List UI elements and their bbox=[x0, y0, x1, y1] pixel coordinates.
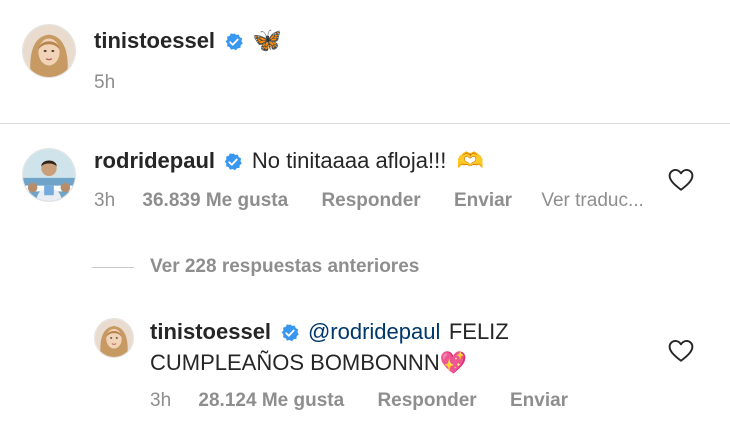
comment-body: rodridepaul No tinitaaaa afloja!!! 🫶 bbox=[94, 148, 484, 174]
post-author-row: tinistoessel 🦋 bbox=[94, 26, 282, 55]
comment-send-button[interactable]: Enviar bbox=[454, 190, 512, 212]
post-header: tinistoessel 🦋 5h bbox=[0, 0, 730, 124]
view-previous-replies-button[interactable]: Ver 228 respuestas anteriores bbox=[150, 256, 419, 278]
avatar-image bbox=[23, 149, 75, 201]
comment-reply-button[interactable]: Responder bbox=[321, 190, 420, 212]
reply-mention-link[interactable]: @rodridepaul bbox=[308, 319, 440, 344]
replies-divider bbox=[92, 267, 134, 268]
comment-time: 3h bbox=[94, 190, 116, 211]
comment-likes-count[interactable]: 36.839 Me gusta bbox=[142, 190, 288, 212]
avatar-image bbox=[23, 25, 75, 77]
reply-text-line-2: CUMPLEAÑOS BOMBONNN bbox=[150, 350, 440, 375]
comment-like-heart-icon[interactable] bbox=[668, 168, 694, 192]
avatar[interactable] bbox=[22, 24, 76, 78]
comment-text: No tinitaaaa afloja!!! bbox=[251, 148, 447, 173]
post-meta: 5h bbox=[94, 72, 115, 94]
reply-time: 3h bbox=[150, 390, 172, 411]
verified-badge-icon bbox=[225, 33, 243, 51]
avatar[interactable] bbox=[94, 318, 134, 358]
reply-meta: 3h 28.124 Me gusta Responder Enviar bbox=[150, 390, 568, 412]
reply-reply-button[interactable]: Responder bbox=[377, 390, 476, 412]
heart-hands-emoji-icon: 🫶 bbox=[456, 148, 485, 173]
reply-author-username[interactable]: tinistoessel bbox=[150, 319, 271, 344]
sparkling-heart-emoji-icon: 💖 bbox=[439, 350, 468, 375]
reply-line-1: tinistoessel @rodridepaul FELIZ bbox=[150, 318, 509, 349]
comment-author-username[interactable]: rodridepaul bbox=[94, 148, 215, 173]
verified-badge-icon bbox=[225, 153, 243, 171]
verified-badge-icon bbox=[281, 324, 299, 342]
post-author-username[interactable]: tinistoessel bbox=[94, 28, 215, 53]
avatar[interactable] bbox=[22, 148, 76, 202]
reply-line-2: CUMPLEAÑOS BOMBONNN💖 bbox=[150, 349, 509, 380]
reply-send-button[interactable]: Enviar bbox=[510, 390, 568, 412]
butterfly-emoji-icon: 🦋 bbox=[251, 27, 282, 54]
comment-translate-link[interactable]: Ver traduc... bbox=[541, 190, 643, 212]
reply-likes-count[interactable]: 28.124 Me gusta bbox=[198, 390, 344, 412]
reply-body: tinistoessel @rodridepaul FELIZ CUMPLEAÑ… bbox=[150, 318, 509, 380]
reply-text-line-1: FELIZ bbox=[448, 319, 509, 344]
reply-like-heart-icon[interactable] bbox=[668, 339, 694, 363]
avatar-image bbox=[95, 319, 133, 357]
post-time: 5h bbox=[94, 72, 116, 93]
comment-meta: 3h 36.839 Me gusta Responder Enviar Ver … bbox=[94, 190, 644, 212]
